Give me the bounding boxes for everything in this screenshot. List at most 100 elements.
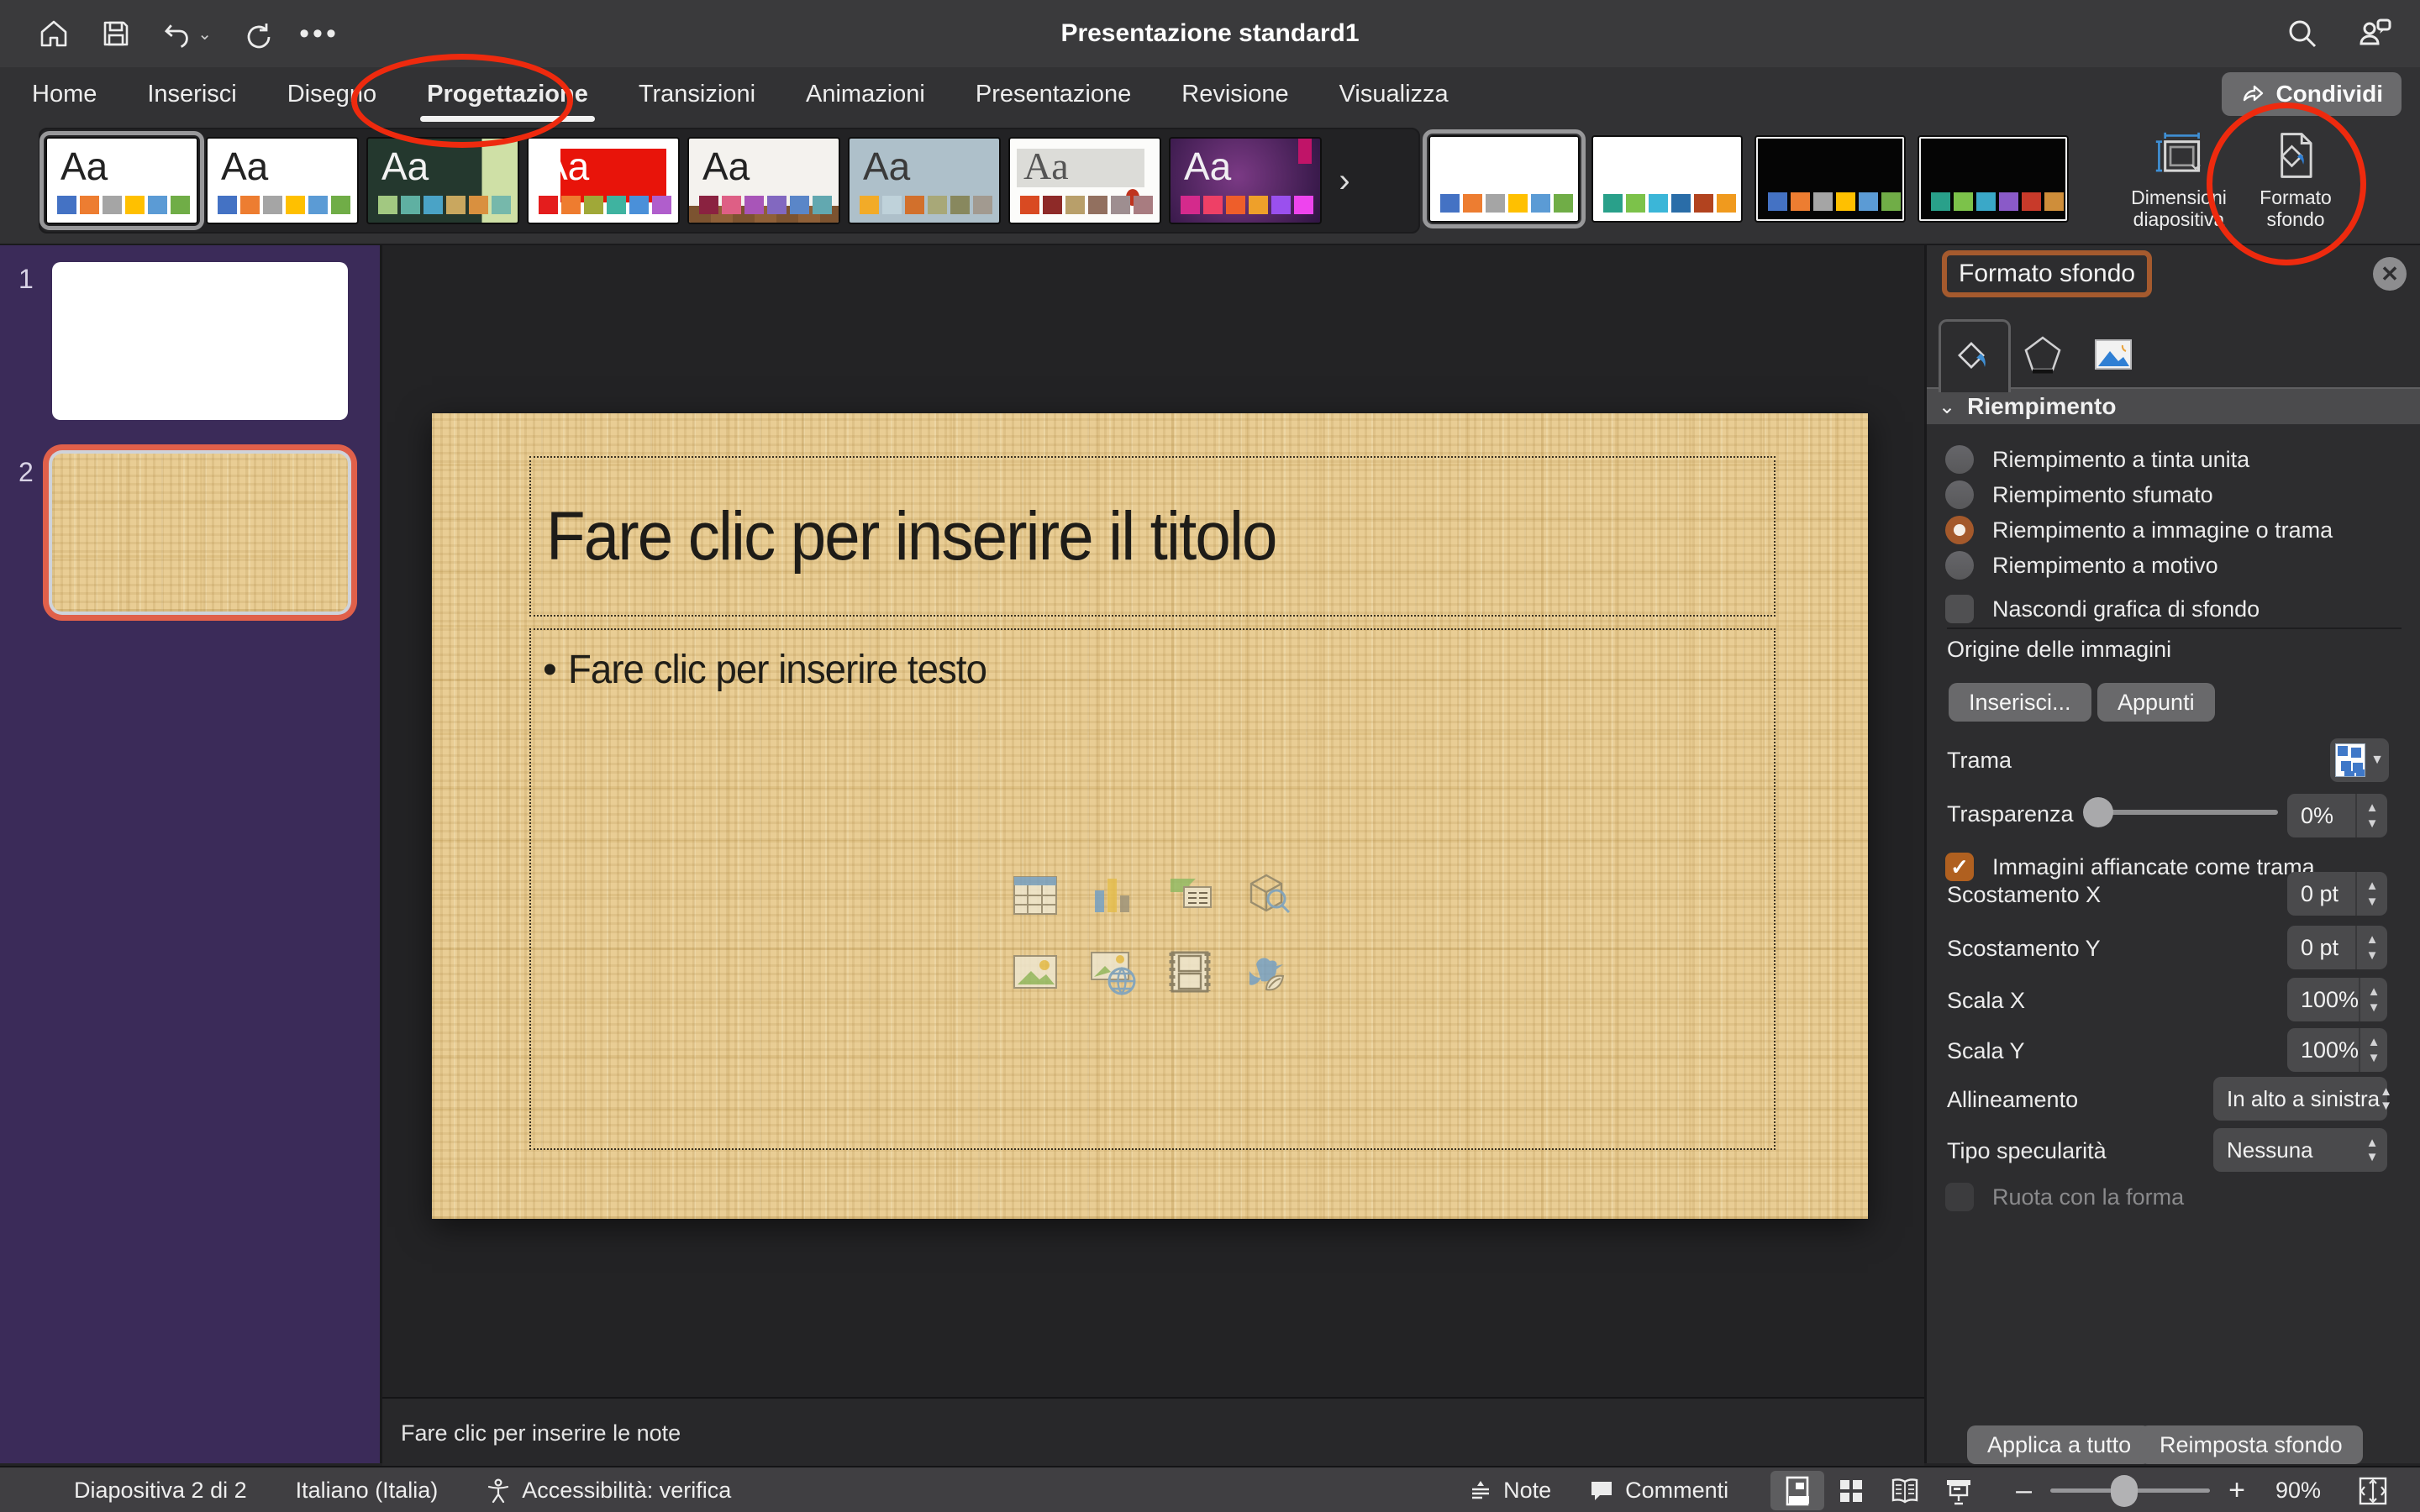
- zoom-slider-knob[interactable]: [2111, 1475, 2138, 1507]
- insert-stock-image-icon[interactable]: [1241, 946, 1297, 1001]
- insert-chart-icon[interactable]: [1086, 869, 1142, 924]
- insert-smartart-icon[interactable]: [1164, 869, 1219, 924]
- slide-canvas[interactable]: Fare clic per inserire il titolo • Fare …: [432, 413, 1868, 1219]
- format-background-button[interactable]: Formato sfondo: [2245, 131, 2346, 230]
- theme-thumbnail-7[interactable]: Aa: [1008, 137, 1161, 224]
- accessibility-status[interactable]: Accessibilità: verifica: [485, 1478, 731, 1504]
- apply-to-all-button[interactable]: Applica a tutto: [1967, 1425, 2151, 1464]
- step-up-icon[interactable]: ▲: [2368, 1036, 2381, 1048]
- insert-3d-model-icon[interactable]: [1241, 869, 1297, 924]
- insert-picture-icon[interactable]: [1009, 946, 1065, 1001]
- tab-disegno[interactable]: Disegno: [286, 76, 378, 113]
- option-tile-picture[interactable]: ✓ Immagini affiancate come trama: [1945, 853, 2315, 881]
- offset-x-stepper[interactable]: 0 pt ▲▼: [2287, 872, 2387, 916]
- theme-thumbnail-6[interactable]: Aa: [848, 137, 1001, 224]
- option-hide-background[interactable]: Nascondi grafica di sfondo: [1945, 595, 2260, 623]
- zoom-percentage[interactable]: 90%: [2275, 1478, 2321, 1504]
- texture-picker[interactable]: ▼: [2330, 738, 2389, 782]
- radio-icon[interactable]: [1945, 480, 1974, 509]
- notes-toggle[interactable]: Note: [1468, 1478, 1551, 1504]
- radio-icon[interactable]: [1945, 445, 1974, 474]
- title-placeholder[interactable]: Fare clic per inserire il titolo: [529, 456, 1776, 617]
- clipboard-button[interactable]: Appunti: [2097, 683, 2215, 722]
- step-down-icon[interactable]: ▼: [2366, 895, 2379, 908]
- tab-picture[interactable]: [2088, 319, 2139, 390]
- theme-thumbnail-4[interactable]: Aa: [527, 137, 680, 224]
- tab-revisione[interactable]: Revisione: [1180, 76, 1290, 113]
- theme-thumbnail-1[interactable]: Aa: [45, 137, 198, 224]
- step-down-icon[interactable]: ▼: [2366, 949, 2379, 962]
- tab-animazioni[interactable]: Animazioni: [804, 76, 927, 113]
- step-down-icon[interactable]: ▼: [2368, 1001, 2381, 1014]
- share-button[interactable]: Condividi: [2222, 72, 2402, 116]
- fill-section-header[interactable]: ⌄ Riempimento: [1927, 389, 2420, 424]
- tab-home[interactable]: Home: [30, 76, 98, 113]
- radio-selected-icon[interactable]: [1945, 516, 1974, 544]
- option-solid-fill[interactable]: Riempimento a tinta unita: [1945, 445, 2249, 474]
- transparency-slider[interactable]: [2086, 810, 2278, 815]
- slide-size-chevron-icon[interactable]: ⌄: [2186, 151, 2205, 173]
- tab-inserisci[interactable]: Inserisci: [145, 76, 238, 113]
- tab-effects[interactable]: [2018, 319, 2068, 390]
- step-down-icon[interactable]: ▼: [2368, 1052, 2381, 1064]
- variant-thumbnail-3[interactable]: [1754, 135, 1906, 223]
- close-panel-icon[interactable]: ✕: [2373, 257, 2407, 291]
- gallery-next-button[interactable]: ›: [1329, 137, 1360, 224]
- insert-video-icon[interactable]: [1164, 946, 1219, 1001]
- transparency-value-stepper[interactable]: 0% ▲▼: [2287, 794, 2387, 837]
- tab-progettazione[interactable]: Progettazione: [425, 76, 590, 113]
- slide-size-button[interactable]: ⌄ Dimensioni diapositiva: [2116, 131, 2242, 230]
- scale-y-stepper[interactable]: 100% ▲▼: [2287, 1028, 2387, 1072]
- checkbox-icon[interactable]: [1945, 595, 1974, 623]
- presence-people-icon[interactable]: [2354, 13, 2395, 54]
- theme-thumbnail-2[interactable]: Aa: [206, 137, 359, 224]
- step-up-icon[interactable]: ▲: [2368, 985, 2381, 998]
- step-up-icon[interactable]: ▲: [2366, 801, 2379, 814]
- tab-fill[interactable]: [1939, 319, 2011, 392]
- step-up-icon[interactable]: ▲: [2366, 933, 2379, 946]
- checkbox-checked-icon[interactable]: ✓: [1945, 853, 1974, 881]
- slide-sorter-view-button[interactable]: [1824, 1471, 1878, 1510]
- alignment-dropdown[interactable]: In alto a sinistra ▲▼: [2213, 1077, 2387, 1121]
- variant-thumbnail-1[interactable]: [1428, 135, 1580, 223]
- slide-thumbnail-1[interactable]: [52, 262, 348, 420]
- tab-presentazione[interactable]: Presentazione: [974, 76, 1133, 113]
- variant-thumbnail-2[interactable]: [1591, 135, 1743, 223]
- option-pattern-fill[interactable]: Riempimento a motivo: [1945, 551, 2218, 580]
- mirror-type-dropdown[interactable]: Nessuna ▲▼: [2213, 1128, 2387, 1172]
- zoom-slider[interactable]: [2050, 1488, 2210, 1493]
- variant-thumbnail-4[interactable]: [1918, 135, 2069, 223]
- theme-palette: [1768, 192, 1901, 211]
- palette-swatch: [1226, 196, 1245, 214]
- radio-icon[interactable]: [1945, 551, 1974, 580]
- zoom-out-button[interactable]: –: [2016, 1474, 2032, 1507]
- fit-to-window-button[interactable]: [2346, 1471, 2400, 1510]
- comments-toggle[interactable]: Commenti: [1588, 1478, 1728, 1504]
- notes-pane[interactable]: Fare clic per inserire le note: [382, 1397, 1924, 1467]
- theme-thumbnail-5[interactable]: Aa: [687, 137, 840, 224]
- step-up-icon[interactable]: ▲: [2366, 879, 2379, 892]
- scale-x-stepper[interactable]: 100% ▲▼: [2287, 978, 2387, 1021]
- option-picture-texture-fill[interactable]: Riempimento a immagine o trama: [1945, 516, 2333, 544]
- slideshow-view-button[interactable]: [1932, 1471, 1986, 1510]
- body-placeholder[interactable]: • Fare clic per inserire testo: [529, 628, 1776, 1150]
- offset-y-stepper[interactable]: 0 pt ▲▼: [2287, 926, 2387, 969]
- theme-thumbnail-8[interactable]: Aa: [1169, 137, 1322, 224]
- reset-background-button[interactable]: Reimposta sfondo: [2139, 1425, 2363, 1464]
- theme-thumbnail-3[interactable]: Aa: [366, 137, 519, 224]
- step-down-icon[interactable]: ▼: [2366, 817, 2379, 830]
- tab-transizioni[interactable]: Transizioni: [637, 76, 757, 113]
- option-gradient-fill[interactable]: Riempimento sfumato: [1945, 480, 2213, 509]
- insert-table-icon[interactable]: [1009, 869, 1065, 924]
- slide-thumbnail-2-selected[interactable]: [52, 454, 348, 612]
- tab-visualizza[interactable]: Visualizza: [1338, 76, 1450, 113]
- insert-picture-button[interactable]: Inserisci...: [1949, 683, 2091, 722]
- reading-view-button[interactable]: [1878, 1471, 1932, 1510]
- transparency-slider-knob[interactable]: [2083, 797, 2113, 827]
- zoom-in-button[interactable]: +: [2228, 1474, 2245, 1507]
- normal-view-button[interactable]: [1770, 1471, 1824, 1510]
- search-icon[interactable]: [2284, 15, 2321, 52]
- language-indicator[interactable]: Italiano (Italia): [296, 1478, 439, 1504]
- insert-online-picture-icon[interactable]: [1086, 946, 1142, 1001]
- palette-swatch: [1043, 196, 1062, 214]
